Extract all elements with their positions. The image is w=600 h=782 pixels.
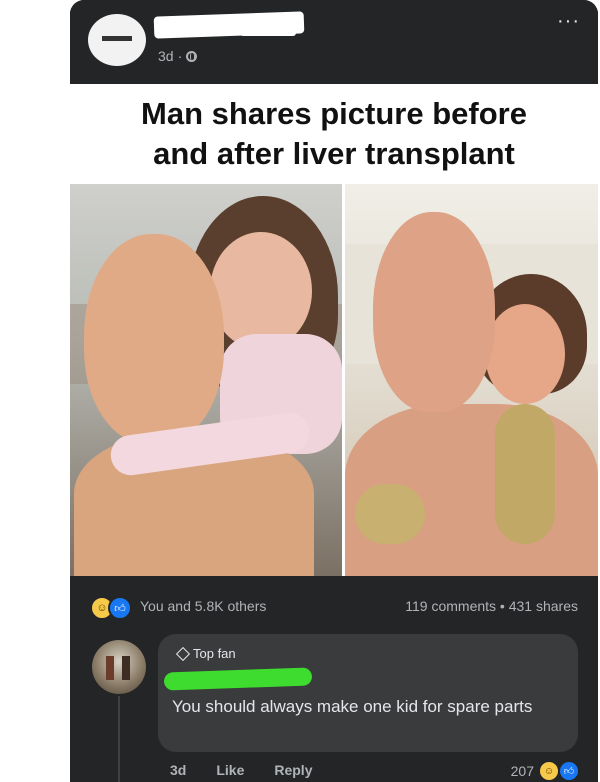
- like-comment-button[interactable]: Like: [216, 762, 244, 778]
- post-meta: 3d ·: [158, 48, 198, 64]
- like-icon: 👍︎: [558, 760, 580, 782]
- redacted-commenter-name: [163, 667, 313, 691]
- shares-count[interactable]: 431 shares: [509, 598, 578, 614]
- comment-time[interactable]: 3d: [170, 762, 186, 778]
- post-timestamp[interactable]: 3d: [158, 48, 174, 64]
- headline-line-1: Man shares picture before: [141, 96, 527, 131]
- more-options-icon[interactable]: ···: [557, 10, 580, 33]
- comments-count[interactable]: 119 comments: [405, 598, 496, 614]
- redacted-poster-name-mark: [240, 26, 296, 36]
- meta-separator: ·: [177, 48, 183, 64]
- counts-separator: •: [499, 598, 505, 614]
- headline-line-2: and after liver transplant: [153, 136, 515, 171]
- poster-avatar[interactable]: [88, 14, 146, 66]
- globe-icon: [186, 50, 198, 62]
- post-image[interactable]: Man shares picture before and after live…: [70, 84, 598, 576]
- like-icon: 👍︎: [108, 596, 132, 620]
- image-headline: Man shares picture before and after live…: [70, 84, 598, 184]
- comment-reactions[interactable]: 207 ☺ 👍︎: [511, 760, 580, 782]
- comment-reaction-count: 207: [510, 763, 534, 779]
- comment-share-counts: 119 comments • 431 shares: [405, 598, 578, 614]
- reactions-summary[interactable]: You and 5.8K others: [140, 598, 266, 614]
- top-fan-label: Top fan: [193, 646, 236, 661]
- commenter-avatar[interactable]: [92, 640, 146, 694]
- comment-bubble: Top fan You should always make one kid f…: [158, 634, 578, 752]
- post-header: 3d · ···: [70, 0, 598, 84]
- top-fan-badge: Top fan: [175, 646, 236, 661]
- top-fan-icon: [175, 646, 191, 661]
- comment-text: You should always make one kid for spare…: [172, 697, 533, 716]
- after-photo: [345, 184, 598, 576]
- post-stats-bar: ☺ 👍︎ You and 5.8K others 119 comments • …: [70, 576, 598, 634]
- before-photo: [70, 184, 342, 576]
- reply-comment-button[interactable]: Reply: [274, 762, 312, 778]
- comment-thread-line: [118, 696, 120, 782]
- haha-icon: ☺: [538, 760, 560, 782]
- facebook-post-card: 3d · ··· Man shares picture before and a…: [70, 0, 598, 782]
- comment-actions: 3d Like Reply: [170, 762, 312, 778]
- reaction-icons[interactable]: ☺ 👍︎: [90, 596, 132, 620]
